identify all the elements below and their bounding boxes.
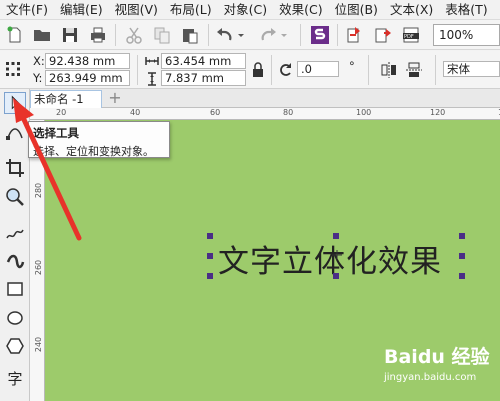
add-document-tab[interactable]: + [106,90,124,107]
pick-tool-icon[interactable] [4,92,26,114]
standard-toolbar: PDF 100% [0,20,500,50]
pick-tool-tooltip: 选择工具 选择、定位和变换对象。 [28,121,170,158]
ruler-label: 80 [283,108,294,117]
selection-handle[interactable] [207,233,213,239]
menu-effects[interactable]: 效果(C) [273,0,328,20]
selection-handle[interactable] [333,273,339,279]
rotation-icon [280,63,291,76]
vertical-ruler[interactable]: 280 260 240 [30,120,45,401]
svg-text:PDF: PDF [404,34,414,40]
copy-icon[interactable] [152,25,172,45]
rotation-angle-field[interactable]: .0 [297,61,339,77]
undo-dropdown-icon[interactable] [236,25,246,45]
menu-bar: 文件(F) 编辑(E) 视图(V) 布局(L) 对象(C) 效果(C) 位图(B… [0,0,500,20]
selection-handle[interactable] [459,233,465,239]
paste-icon[interactable] [180,25,200,45]
property-bar: X: 92.438 mm Y: 263.949 mm 63.454 mm 7.8… [0,51,500,89]
ruler-label: 280 [34,182,44,199]
selection-handle[interactable] [333,233,339,239]
save-icon[interactable] [60,25,80,45]
y-position-label: Y: [33,71,43,85]
undo-icon[interactable] [215,25,235,45]
mirror-vertical-icon[interactable] [405,61,423,79]
selection-handle[interactable] [459,273,465,279]
ellipse-tool-icon[interactable] [4,307,26,329]
selection-handle[interactable] [459,253,465,259]
watermark-url: jingyan.baidu.com [384,372,477,383]
center-marker-icon [332,250,342,260]
open-folder-icon[interactable] [32,25,52,45]
import-icon[interactable] [345,25,365,45]
ruler-label: 40 [130,108,141,117]
tooltip-description: 选择、定位和变换对象。 [33,145,154,158]
print-icon[interactable] [88,25,108,45]
height-icon [148,72,156,86]
redo-icon[interactable] [258,25,278,45]
menu-file[interactable]: 文件(F) [0,0,54,20]
horizontal-ruler[interactable]: 20 40 60 80 100 120 140 [30,108,500,120]
freehand-tool-icon[interactable] [4,222,26,244]
menu-text[interactable]: 文本(X) [384,0,439,20]
selection-handle[interactable] [207,273,213,279]
redo-dropdown-icon[interactable] [279,25,289,45]
width-icon [145,57,159,65]
ruler-label: 20 [56,108,67,117]
cut-icon[interactable] [124,25,144,45]
menu-table[interactable]: 表格(T) [439,0,493,20]
watermark-brand: Baidu 经验 [384,346,490,368]
y-position-field[interactable]: 263.949 mm [45,70,130,86]
ruler-label: 240 [34,336,44,353]
menu-edit[interactable]: 编辑(E) [54,0,109,20]
new-document-icon[interactable] [5,25,25,45]
menu-object[interactable]: 对象(C) [218,0,273,20]
object-width-field[interactable]: 63.454 mm [161,53,246,69]
document-tab[interactable]: 未命名 -1 [30,90,102,108]
selection-handle[interactable] [207,253,213,259]
x-position-label: X: [33,54,45,68]
toolbox: 字 [0,89,30,401]
x-position-field[interactable]: 92.438 mm [45,53,130,69]
menu-view[interactable]: 视图(V) [109,0,164,20]
shape-tool-icon[interactable] [4,122,26,144]
font-list-combobox[interactable]: 宋体 [443,61,500,77]
text-tool-icon[interactable]: 字 [4,368,26,390]
ruler-label: 100 [356,108,372,117]
export-icon[interactable] [373,25,393,45]
artistic-text[interactable]: 文字立体化效果 [218,236,442,281]
degree-symbol: ° [349,59,355,73]
crop-tool-icon[interactable] [4,157,26,179]
ruler-label: 60 [210,108,221,117]
tooltip-title: 选择工具 [33,126,79,140]
lock-ratio-icon[interactable] [251,62,265,78]
zoom-level-combobox[interactable]: 100% [433,24,500,46]
publish-pdf-icon[interactable]: PDF [401,25,421,45]
corel-connect-icon[interactable] [310,25,330,45]
menu-bitmaps[interactable]: 位图(B) [329,0,384,20]
object-height-field[interactable]: 7.837 mm [161,70,246,86]
ruler-label: 120 [430,108,446,117]
polygon-tool-icon[interactable] [4,335,26,357]
zoom-tool-icon[interactable] [4,186,26,208]
baidu-watermark: Baidu 经验 jingyan.baidu.com [380,340,498,400]
mirror-horizontal-icon[interactable] [380,61,398,79]
ruler-label: 260 [34,259,44,276]
object-origin-icon[interactable] [5,61,21,77]
rectangle-tool-icon[interactable] [4,278,26,300]
document-tab-bar: 未命名 -1 + [30,89,500,108]
menu-layout[interactable]: 布局(L) [164,0,218,20]
artistic-media-tool-icon[interactable] [4,249,26,271]
